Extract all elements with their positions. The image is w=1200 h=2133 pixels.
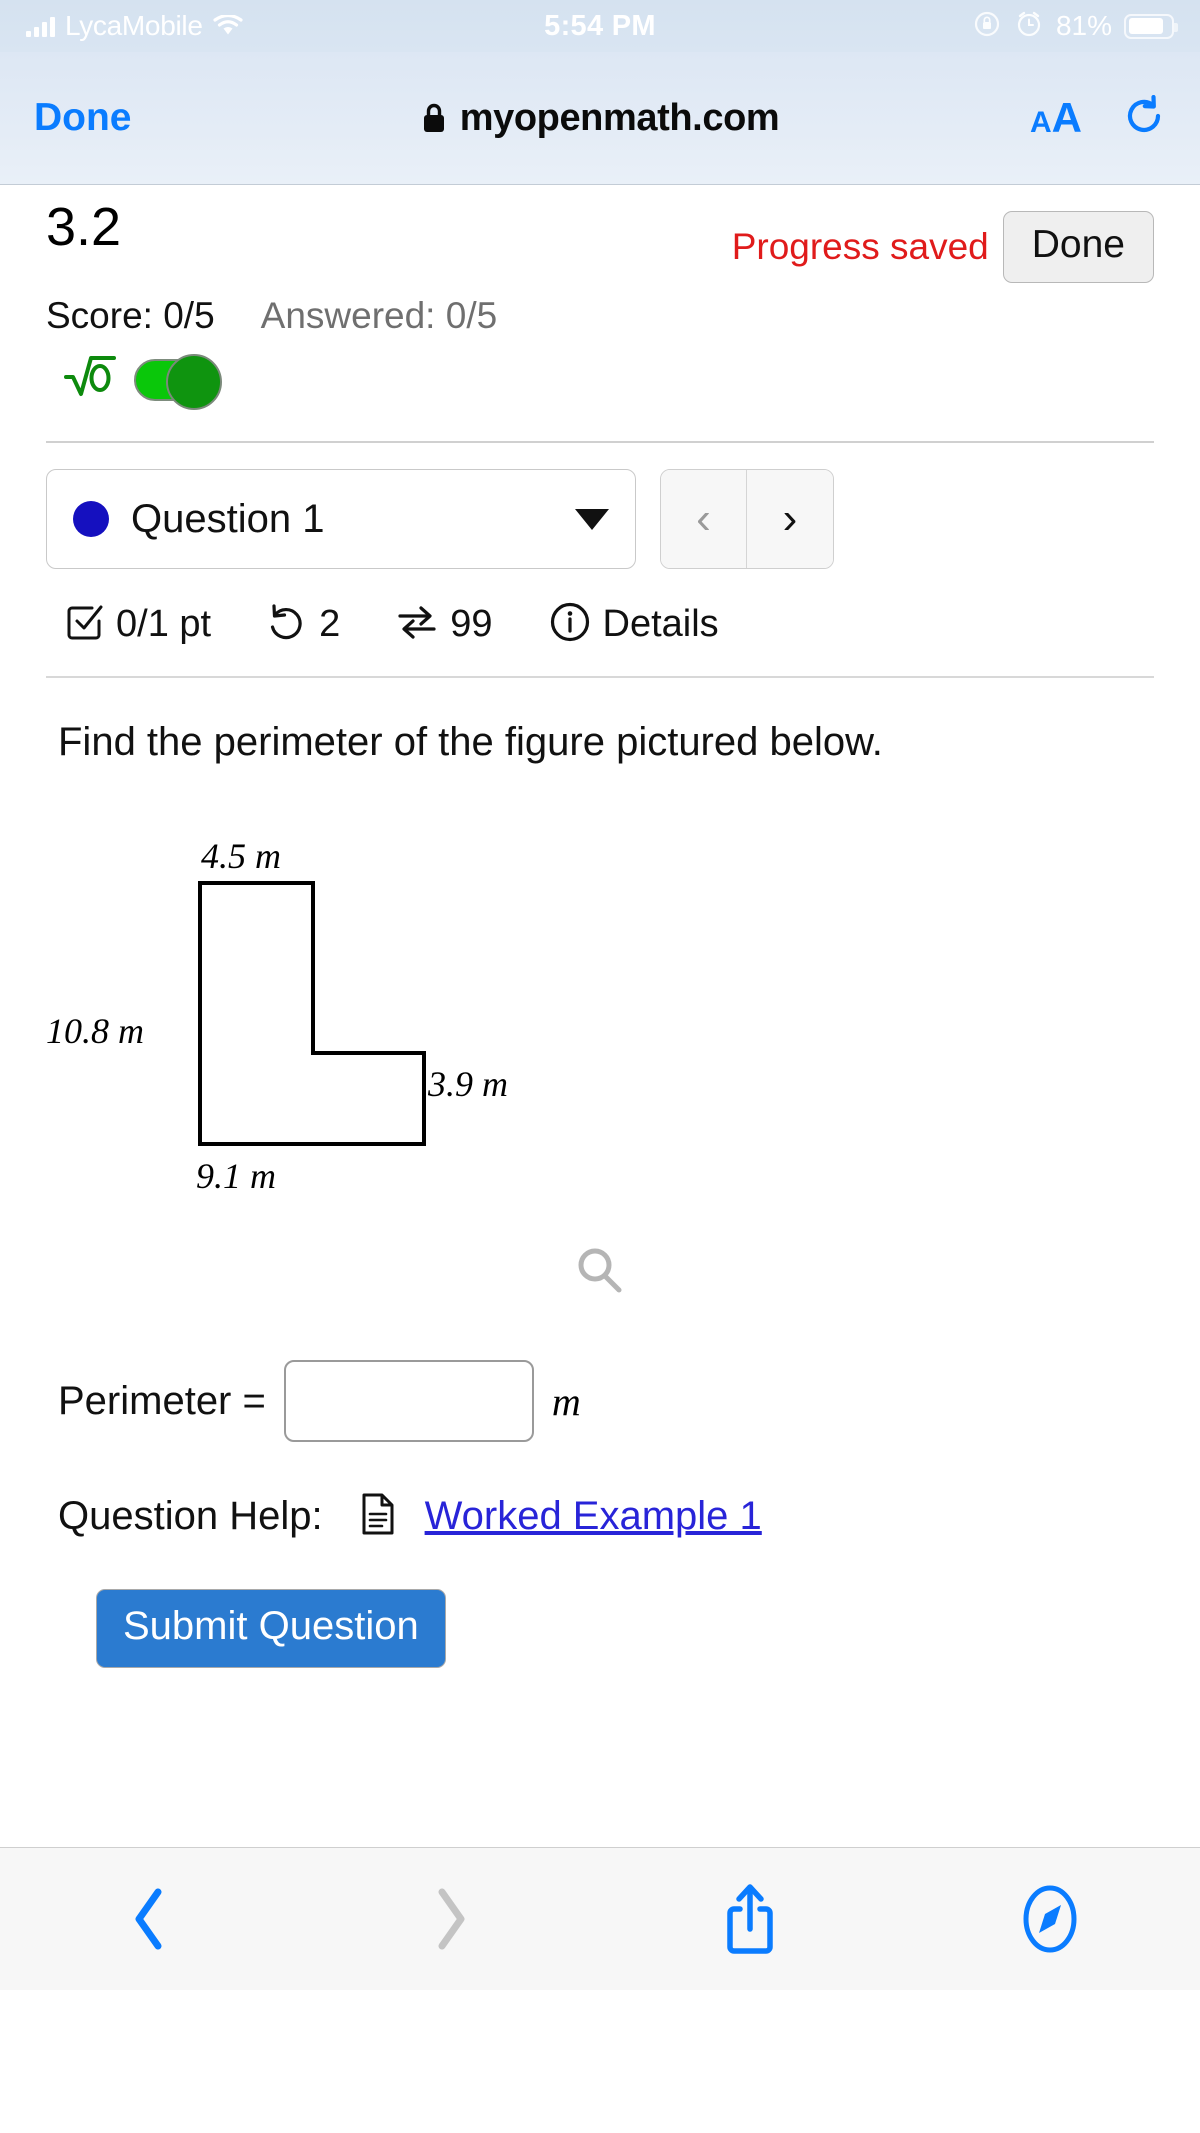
assignment-header-right: Progress saved Done — [732, 199, 1154, 283]
alarm-clock-icon — [1014, 9, 1044, 44]
attempts-item: 2 — [267, 602, 340, 647]
share-icon — [727, 1884, 773, 1954]
versions-label: 99 — [450, 603, 493, 645]
answered-label: Answered: 0/5 — [260, 295, 498, 336]
toggle-knob — [166, 354, 222, 410]
l-shape-polygon — [198, 881, 426, 1146]
text-size-button[interactable]: AA — [1030, 97, 1082, 139]
status-bar-left: LycaMobile — [26, 10, 243, 42]
lock-icon — [421, 102, 447, 134]
chevron-left-icon — [135, 1888, 162, 1950]
divider — [46, 441, 1154, 443]
score-row: Score: 0/5 Answered: 0/5 — [46, 295, 1154, 337]
battery-icon — [1124, 13, 1178, 39]
question-navigation: Question 1 ‹ › — [46, 469, 1154, 569]
page-title: 3.2 — [46, 197, 122, 257]
rotation-lock-icon — [972, 9, 1002, 44]
text-size-large-label: A — [1051, 94, 1082, 141]
wifi-icon — [212, 15, 243, 37]
worked-example-link[interactable]: Worked Example 1 — [425, 1494, 762, 1539]
submit-question-button[interactable]: Submit Question — [96, 1589, 446, 1668]
next-question-button[interactable]: › — [747, 470, 833, 568]
browser-tabs-button[interactable] — [900, 1881, 1200, 1957]
question-prev-next-group: ‹ › — [660, 469, 834, 569]
swap-icon — [396, 603, 438, 646]
reload-icon[interactable] — [1124, 94, 1166, 141]
chevron-down-icon — [575, 508, 609, 530]
status-bar-right: 81% — [972, 9, 1178, 44]
battery-percent-label: 81% — [1055, 10, 1112, 41]
question-prompt: Find the perimeter of the figure picture… — [58, 720, 883, 764]
browser-actions: AA — [1030, 94, 1166, 141]
assignment-done-button[interactable]: Done — [1002, 211, 1154, 283]
page-content: 3.2 Progress saved Done Score: 0/5 Answe… — [0, 185, 1200, 1990]
ios-status-bar: LycaMobile 5:54 PM 81% — [0, 0, 1200, 52]
figure-label-left: 10.8 m — [46, 1011, 144, 1051]
figure-label-top: 4.5 m — [201, 836, 281, 876]
math-input-toggle[interactable] — [134, 354, 222, 410]
browser-share-button[interactable] — [600, 1881, 900, 1957]
browser-bottom-toolbar — [0, 1847, 1200, 1990]
info-icon — [549, 601, 591, 648]
answer-label: Perimeter = — [58, 1378, 266, 1423]
document-icon — [361, 1492, 395, 1541]
browser-done-button[interactable]: Done — [34, 96, 132, 140]
carrier-label: LycaMobile — [65, 10, 203, 41]
versions-item: 99 — [396, 603, 493, 646]
math-input-toggle-row — [46, 353, 1154, 410]
address-bar[interactable]: myopenmath.com — [0, 97, 1200, 140]
question-select-dropdown[interactable]: Question 1 — [46, 469, 636, 569]
assignment-header: 3.2 Progress saved Done — [46, 185, 1154, 283]
safari-compass-icon — [1023, 1885, 1077, 1953]
points-item: 0/1 pt — [66, 603, 211, 646]
browser-forward-button[interactable] — [300, 1884, 600, 1954]
answer-row: Perimeter = m — [46, 1360, 1154, 1442]
status-badge: Progress saved — [731, 226, 989, 267]
radical-icon — [64, 353, 120, 407]
browser-top-bar: Done myopenmath.com AA — [0, 52, 1200, 185]
checkbox-icon — [66, 603, 104, 646]
url-label: myopenmath.com — [459, 96, 780, 139]
figure-label-bottom: 9.1 m — [196, 1156, 276, 1196]
chevron-right-icon — [438, 1888, 465, 1950]
question-select-label: Question 1 — [131, 496, 325, 541]
answer-unit: m — [551, 1378, 581, 1424]
score-label: Score: 0/5 — [46, 295, 215, 336]
question-status-dot — [73, 501, 109, 537]
perimeter-input[interactable] — [283, 1360, 534, 1442]
text-size-small-label: A — [1029, 106, 1052, 139]
question-help-label: Question Help: — [58, 1494, 323, 1538]
undo-icon — [267, 602, 307, 647]
attempts-label: 2 — [319, 603, 341, 645]
geometry-figure: 4.5 m 10.8 m 3.9 m 9.1 m — [46, 835, 1154, 1265]
details-item[interactable]: Details — [549, 601, 719, 648]
signal-bars-icon — [26, 15, 55, 37]
prev-question-button[interactable]: ‹ — [661, 470, 747, 568]
browser-back-button[interactable] — [0, 1884, 300, 1954]
details-label: Details — [602, 603, 719, 645]
points-label: 0/1 pt — [116, 603, 212, 645]
divider — [46, 676, 1154, 678]
question-help-row: Question Help: Worked Example 1 — [46, 1492, 1154, 1541]
question-meta-row: 0/1 pt 2 99 Details — [46, 601, 1154, 648]
